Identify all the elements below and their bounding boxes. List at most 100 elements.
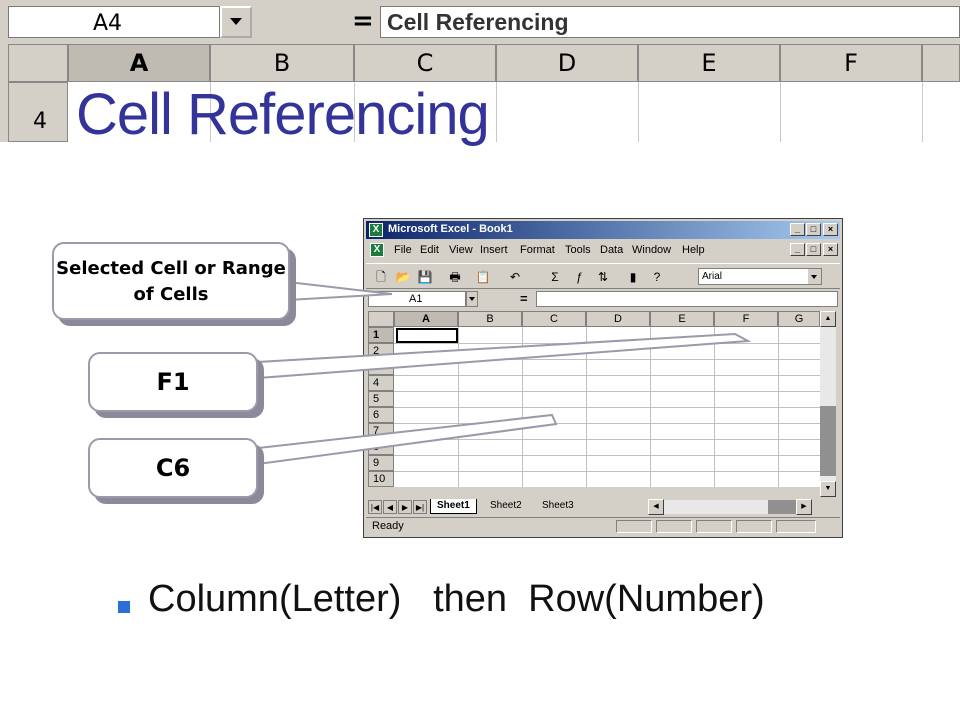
first-sheet-icon[interactable]: |◀ [368,500,382,514]
close-icon[interactable]: × [823,243,838,256]
excel-row-5[interactable]: 5 [368,391,394,407]
menu-help[interactable]: Help [682,244,705,256]
excel-row-2[interactable]: 2 [368,343,394,359]
row-header-4[interactable]: 4 [8,82,68,142]
function-icon[interactable]: ƒ [570,268,588,286]
scroll-up-icon[interactable]: ▲ [820,311,836,327]
excel-row-6[interactable]: 6 [368,407,394,423]
excel-window-title: Microsoft Excel - Book1 [388,223,513,235]
menu-window[interactable]: Window [632,244,671,256]
sheet-tab-2[interactable]: Sheet2 [484,499,528,514]
excel-formula-bar: A1 = [366,291,840,309]
name-box-value: A4 [93,11,123,36]
excel-column-g[interactable]: G [778,311,820,327]
column-header-d[interactable]: D [496,44,638,82]
new-icon[interactable]: 🗋 [372,268,390,286]
column-header-c[interactable]: C [354,44,496,82]
horizontal-scrollbar[interactable]: ◀ ▶ [648,499,812,515]
excel-title-bar: X Microsoft Excel - Book1 _ □ × [366,221,840,239]
callout-f1: F1 [88,352,258,412]
menu-format[interactable]: Format [520,244,555,256]
vertical-scroll-thumb[interactable] [820,406,836,476]
excel-column-b[interactable]: B [458,311,522,327]
horizontal-scroll-thumb[interactable] [768,500,796,514]
sheet-tab-bar: |◀ ◀ ▶ ▶| Sheet1 Sheet2 Sheet3 ◀ ▶ [366,499,840,515]
grid-line [496,82,497,142]
sheet-tab-3[interactable]: Sheet3 [536,499,580,514]
formula-bar[interactable]: Cell Referencing [380,6,960,38]
excel-row-9[interactable]: 9 [368,455,394,471]
select-all-corner[interactable] [8,44,68,82]
excel-row-4[interactable]: 4 [368,375,394,391]
excel-row-8[interactable]: 8 [368,439,394,455]
active-cell-a1[interactable] [396,328,458,343]
close-icon[interactable]: × [823,223,838,236]
excel-row-3[interactable]: 3 [368,359,394,375]
dropdown-arrow-icon[interactable] [466,291,478,307]
scroll-down-icon[interactable]: ▼ [820,481,836,497]
next-sheet-icon[interactable]: ▶ [398,500,412,514]
excel-column-d[interactable]: D [586,311,650,327]
column-header-f[interactable]: F [780,44,922,82]
print-icon[interactable]: 🖶 [446,268,464,286]
excel-name-box[interactable]: A1 [368,291,466,307]
maximize-icon[interactable]: □ [806,223,821,236]
undo-icon[interactable]: ↶ [506,268,524,286]
excel-row-7[interactable]: 7 [368,423,394,439]
menu-edit[interactable]: Edit [420,244,439,256]
column-header-b[interactable]: B [210,44,354,82]
vertical-scrollbar[interactable]: ▲ ▼ [820,311,836,497]
prev-sheet-icon[interactable]: ◀ [383,500,397,514]
excel-row-1[interactable]: 1 [368,327,394,343]
dropdown-arrow-icon[interactable] [808,269,821,284]
scroll-right-icon[interactable]: ▶ [796,499,812,515]
menu-file[interactable]: File [394,244,412,256]
paste-icon[interactable]: 📋 [474,268,492,286]
bullet-square-icon [118,601,130,613]
select-all-corner[interactable] [368,311,394,327]
grid-line [394,423,820,424]
row-number: 4 [33,109,47,134]
scroll-left-icon[interactable]: ◀ [648,499,664,515]
status-panel [696,520,732,533]
font-name-dropdown[interactable]: Arial [698,268,822,285]
excel-column-e[interactable]: E [650,311,714,327]
column-header-e[interactable]: E [638,44,780,82]
menu-data[interactable]: Data [600,244,623,256]
excel-row-10[interactable]: 10 [368,471,394,487]
chart-icon[interactable]: ▮ [624,268,642,286]
excel-column-f[interactable]: F [714,311,778,327]
font-name-value: Arial [702,271,723,282]
callout-selected-cell: Selected Cell or Range of Cells [52,242,290,320]
maximize-icon[interactable]: □ [806,243,821,256]
excel-equals-label[interactable]: = [520,291,528,306]
sheet-tab-1[interactable]: Sheet1 [430,499,477,514]
help-icon[interactable]: ? [648,268,666,286]
grid-line [394,439,820,440]
minimize-icon[interactable]: _ [790,243,805,256]
equals-label: = [352,6,374,36]
last-sheet-icon[interactable]: ▶| [413,500,427,514]
status-text: Ready [372,520,404,532]
save-icon[interactable]: 💾 [416,268,434,286]
excel-cell-grid[interactable]: A B C D E F G 1 2 3 4 5 6 7 8 9 10 [368,311,820,487]
status-panel [776,520,816,533]
menu-tools[interactable]: Tools [565,244,591,256]
open-icon[interactable]: 📂 [394,268,412,286]
menu-insert[interactable]: Insert [480,244,508,256]
grid-line [394,407,820,408]
name-box-dropdown-button[interactable] [220,6,252,38]
sum-icon[interactable]: Σ [546,268,564,286]
sort-icon[interactable]: ⇅ [594,268,612,286]
excel-column-c[interactable]: C [522,311,586,327]
excel-formula-input[interactable] [536,291,838,307]
menu-view[interactable]: View [449,244,473,256]
name-box[interactable]: A4 [8,6,220,38]
grid-line [394,359,820,360]
minimize-icon[interactable]: _ [790,223,805,236]
formula-equals-button[interactable]: = [340,6,380,38]
column-header-next[interactable] [922,44,960,82]
excel-column-a[interactable]: A [394,311,458,327]
grid-line [394,455,820,456]
column-header-a[interactable]: A [68,44,210,82]
